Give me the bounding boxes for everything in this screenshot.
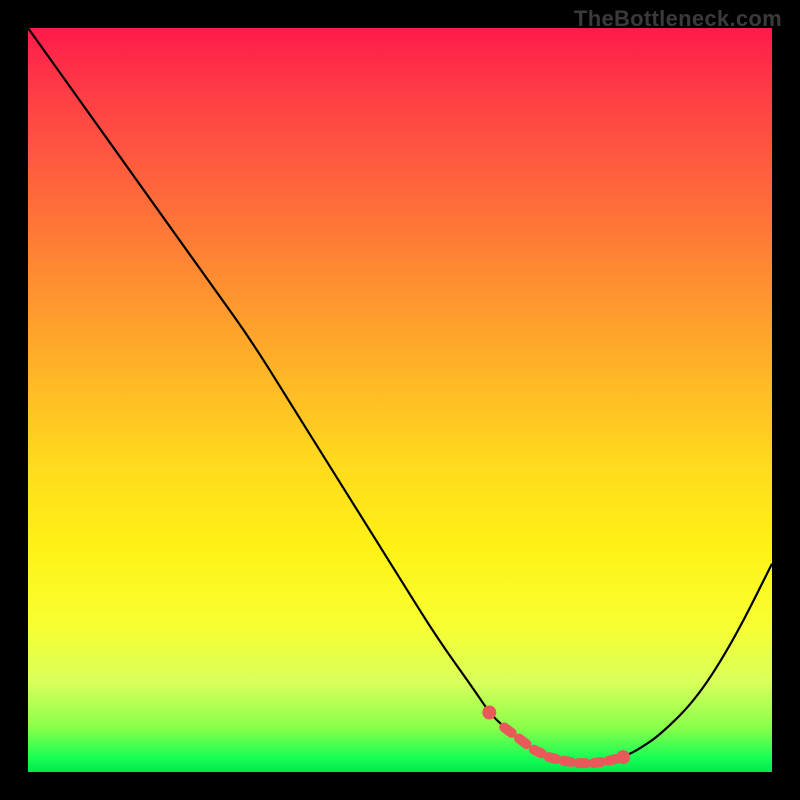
highlight-pill	[608, 759, 616, 761]
highlight-pill	[504, 727, 511, 733]
highlight-pill	[593, 762, 601, 763]
highlight-pill	[534, 750, 542, 754]
chart-svg	[28, 28, 772, 772]
highlight-pill	[519, 739, 527, 745]
chart-plot-area	[28, 28, 772, 772]
chart-line	[28, 28, 772, 763]
watermark-label: TheBottleneck.com	[574, 6, 782, 32]
highlight-pill	[549, 757, 556, 759]
highlight-dot	[482, 706, 496, 720]
highlight-pill	[564, 761, 571, 762]
highlight-band	[482, 706, 630, 765]
